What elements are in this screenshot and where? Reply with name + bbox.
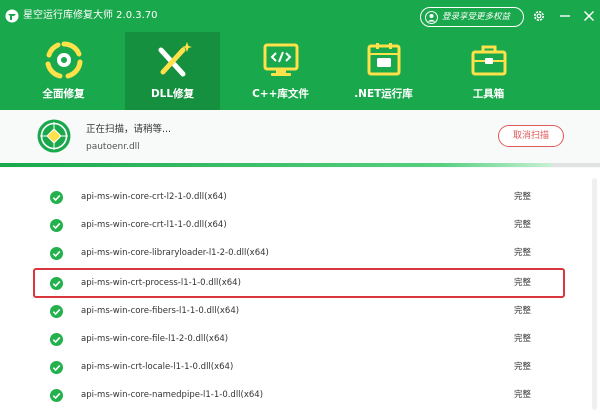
user-avatar-icon [425,11,438,24]
scan-current-file: pautoenr.dll [86,142,140,152]
highlight-box [33,268,565,298]
tab-dotnet-runtime[interactable]: .NET运行库 [336,32,431,110]
check-icon [50,389,63,402]
check-icon [50,219,63,232]
list-item[interactable]: api-ms-win-core-namedpipe-l1-1-0.dll(x64… [36,382,564,410]
gear-icon[interactable] [532,9,546,23]
title-bar[interactable]: 星空运行库修复大师 2.0.3.70 登录享受更多权益 [0,0,600,32]
tab-cpp-library[interactable]: C++库文件 [233,32,328,110]
dll-status: 完整 [514,192,532,202]
dll-name: api-ms-win-core-libraryloader-l1-2-0.dll… [81,248,269,258]
list-item[interactable]: api-ms-win-core-crt-l1-1-0.dll(x64) 完整 [36,212,564,240]
tab-dll-repair[interactable]: DLL修复 [125,32,220,110]
dll-repair-icon [158,42,192,77]
dll-status: 完整 [514,390,532,400]
dll-name: api-ms-win-core-namedpipe-l1-1-0.dll(x64… [81,390,264,400]
dll-name: api-ms-win-core-crt-l2-1-0.dll(x64) [81,192,227,202]
list-item[interactable]: api-ms-win-crt-locale-l1-1-0.dll(x64) 完整 [36,354,564,382]
app-header: 星空运行库修复大师 2.0.3.70 登录享受更多权益 全面修复 DLL修复 C… [0,0,600,110]
close-icon[interactable] [582,9,596,23]
check-icon [50,191,63,204]
scan-progress-bar [0,163,600,167]
list-item[interactable]: api-ms-win-core-crt-l2-1-0.dll(x64) 完整 [36,184,564,212]
dotnet-icon [367,43,401,76]
check-icon [50,305,63,318]
repair-icon [45,41,83,79]
scan-status-text: 正在扫描，请稍等... [86,124,172,135]
check-icon [50,247,63,260]
tab-label: 全面修复 [42,88,85,100]
tab-label: DLL修复 [150,88,195,100]
list-item[interactable]: api-ms-win-core-fibers-l1-1-0.dll(x64) 完… [36,298,564,326]
login-button[interactable]: 登录享受更多权益 [420,7,524,27]
dll-name: api-ms-win-core-fibers-l1-1-0.dll(x64) [81,306,240,316]
dll-status: 完整 [514,220,532,230]
dll-name: api-ms-win-core-crt-l1-1-0.dll(x64) [81,220,227,230]
tab-toolbox[interactable]: 工具箱 [441,32,536,110]
app-title: 星空运行库修复大师 2.0.3.70 [23,10,158,21]
tab-label: 工具箱 [472,88,505,100]
scan-panel: 正在扫描，请稍等... pautoenr.dll 取消扫描 [0,110,600,168]
app-logo-icon [5,9,19,23]
tab-label: C++库文件 [252,88,309,100]
dll-status: 完整 [514,306,532,316]
toolbox-icon [471,45,507,76]
dll-name: api-ms-win-crt-locale-l1-1-0.dll(x64) [81,362,234,372]
code-icon [263,43,299,76]
tab-full-repair[interactable]: 全面修复 [16,32,111,110]
scan-progress-fill [0,163,552,167]
dll-status: 完整 [514,248,532,258]
login-label: 登录享受更多权益 [442,12,511,22]
check-icon [50,333,63,346]
minimize-icon[interactable] [558,9,572,23]
tab-label: .NET运行库 [354,88,413,100]
check-icon [50,361,63,374]
dll-status: 完整 [514,334,532,344]
dll-name: api-ms-win-core-file-l1-2-0.dll(x64) [81,334,229,344]
list-item[interactable]: api-ms-win-core-file-l1-2-0.dll(x64) 完整 [36,326,564,354]
dll-status: 完整 [514,362,532,372]
cancel-scan-button[interactable]: 取消扫描 [498,125,564,147]
scan-radar-icon [37,119,71,153]
list-item[interactable]: api-ms-win-core-libraryloader-l1-2-0.dll… [36,240,564,268]
list-scrollbar[interactable] [592,178,597,410]
